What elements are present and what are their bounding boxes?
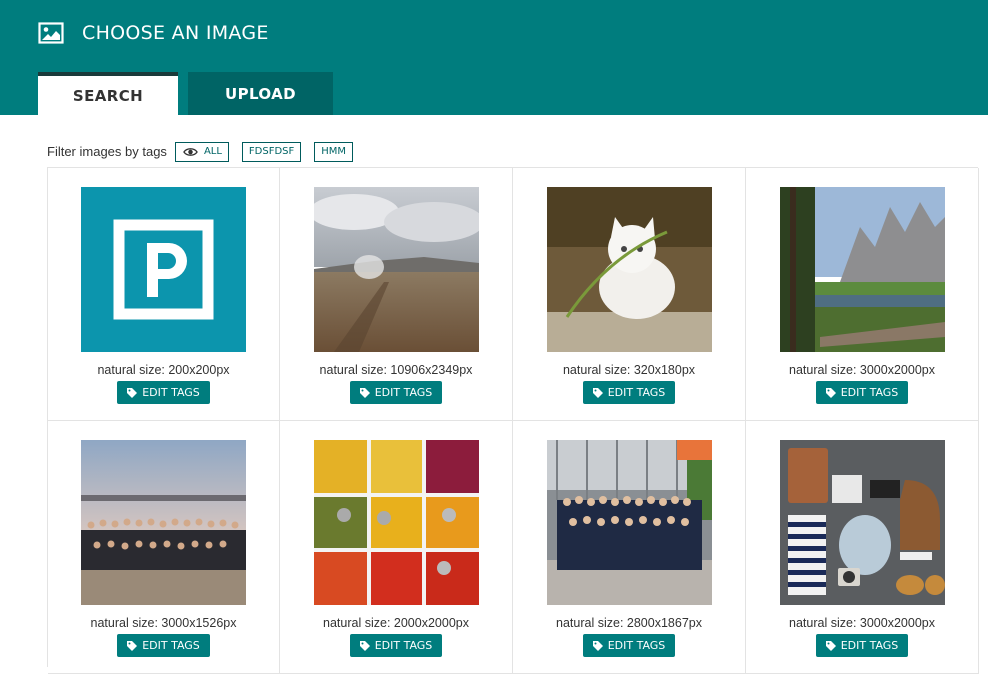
tag-filter-bar: Filter images by tags ALL FDSFDSF HMM xyxy=(47,141,366,162)
natural-size-label: natural size: 3000x2000px xyxy=(789,363,935,377)
natural-size-label: natural size: 2800x1867px xyxy=(556,616,702,630)
edit-tags-label: EDIT TAGS xyxy=(840,639,899,652)
image-card: natural size: 10906x2349px EDIT TAGS xyxy=(280,168,513,421)
natural-size-label: natural size: 200x200px xyxy=(97,363,230,377)
image-card: natural size: 2800x1867px EDIT TAGS xyxy=(513,421,746,674)
edit-tags-button[interactable]: EDIT TAGS xyxy=(349,381,443,404)
edit-tags-label: EDIT TAGS xyxy=(374,639,433,652)
edit-tags-label: EDIT TAGS xyxy=(607,639,666,652)
image-card: natural size: 2000x2000px EDIT TAGS xyxy=(280,421,513,674)
image-thumbnail[interactable] xyxy=(81,440,246,605)
tag-filter-all[interactable]: ALL xyxy=(174,141,229,162)
tag-icon xyxy=(359,387,370,398)
edit-tags-label: EDIT TAGS xyxy=(142,386,200,399)
edit-tags-button[interactable]: EDIT TAGS xyxy=(117,381,210,404)
header-title: CHOOSE AN IMAGE xyxy=(38,20,269,46)
natural-size-label: natural size: 10906x2349px xyxy=(319,363,473,377)
parking-sign-image xyxy=(81,187,246,352)
natural-size-label: natural size: 2000x2000px xyxy=(323,616,469,630)
edit-tags-label: EDIT TAGS xyxy=(374,386,433,399)
tag-icon xyxy=(825,387,836,398)
edit-tags-button[interactable]: EDIT TAGS xyxy=(349,634,443,657)
tab-search[interactable]: SEARCH xyxy=(38,72,178,115)
image-grid: natural size: 200x200px EDIT TAGS natura… xyxy=(47,167,979,674)
tag-icon xyxy=(127,387,138,398)
travel-items-image xyxy=(779,440,945,605)
natural-size-label: natural size: 3000x1526px xyxy=(90,616,237,630)
image-thumbnail[interactable] xyxy=(313,440,479,605)
image-thumbnail[interactable] xyxy=(81,187,246,352)
image-thumbnail[interactable] xyxy=(546,187,712,352)
edit-tags-button[interactable]: EDIT TAGS xyxy=(117,634,210,657)
valley-image xyxy=(779,187,945,352)
eye-icon xyxy=(183,147,198,156)
image-thumbnail[interactable] xyxy=(779,187,945,352)
tag-icon xyxy=(592,387,603,398)
tag-filter-fdsfdsf[interactable]: FDSFDSF xyxy=(241,141,302,162)
filter-label: Filter images by tags xyxy=(47,144,167,159)
image-thumbnail[interactable] xyxy=(313,187,479,352)
image-icon xyxy=(38,22,64,44)
image-card: natural size: 200x200px EDIT TAGS xyxy=(48,168,280,421)
edit-tags-label: EDIT TAGS xyxy=(142,639,200,652)
team-photo-image xyxy=(546,440,712,605)
natural-size-label: natural size: 3000x2000px xyxy=(789,616,935,630)
image-card: natural size: 3000x2000px EDIT TAGS xyxy=(746,168,979,421)
tag-icon xyxy=(592,640,603,651)
spices-image xyxy=(313,440,479,605)
edit-tags-button[interactable]: EDIT TAGS xyxy=(582,634,676,657)
tag-filter-all-label: ALL xyxy=(203,146,222,157)
edit-tags-button[interactable]: EDIT TAGS xyxy=(815,381,909,404)
edit-tags-button[interactable]: EDIT TAGS xyxy=(582,381,676,404)
tag-icon xyxy=(127,640,138,651)
tab-upload[interactable]: UPLOAD xyxy=(188,72,333,115)
page-title: CHOOSE AN IMAGE xyxy=(82,22,269,44)
tag-icon xyxy=(825,640,836,651)
image-card: natural size: 320x180px EDIT TAGS xyxy=(513,168,746,421)
image-card: natural size: 3000x1526px EDIT TAGS xyxy=(48,421,280,674)
image-thumbnail[interactable] xyxy=(779,440,945,605)
group-photo-image xyxy=(81,440,246,605)
edit-tags-button[interactable]: EDIT TAGS xyxy=(815,634,909,657)
edit-tags-label: EDIT TAGS xyxy=(840,386,899,399)
image-card: natural size: 3000x2000px EDIT TAGS xyxy=(746,421,979,674)
landscape-image xyxy=(313,187,479,352)
kitten-image xyxy=(546,187,712,352)
tag-filter-hmm[interactable]: HMM xyxy=(314,141,354,162)
natural-size-label: natural size: 320x180px xyxy=(562,363,696,377)
image-thumbnail[interactable] xyxy=(546,440,712,605)
tag-icon xyxy=(359,640,370,651)
edit-tags-label: EDIT TAGS xyxy=(607,386,666,399)
